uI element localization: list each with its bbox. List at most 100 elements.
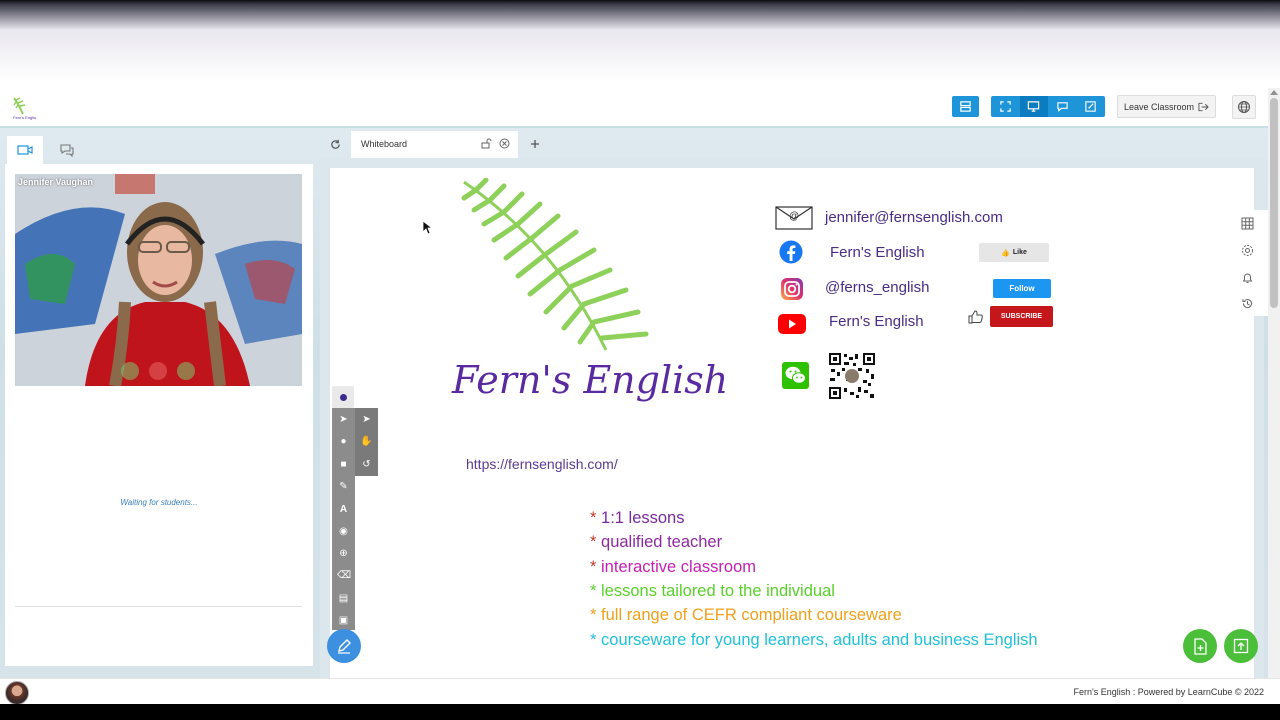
browser-top-area — [0, 0, 1280, 88]
drawing-toolbar: ➤ ● ■ ✎ A ◉ ⊕ ⌫ ▤ ▣ — [332, 408, 355, 630]
tab-whiteboard-label: Whiteboard — [361, 139, 408, 149]
edit-icon — [1085, 101, 1096, 112]
color-picker-button[interactable] — [332, 386, 354, 408]
view-button-group — [991, 96, 1105, 117]
bullet-item: * 1:1 lessons — [590, 509, 684, 528]
edit-button[interactable] — [1077, 96, 1106, 117]
footer: Fern's English : Powered by LearnCube © … — [0, 678, 1280, 705]
settings-gear-icon[interactable] — [1241, 244, 1254, 257]
grid-icon[interactable] — [1241, 217, 1254, 230]
bullet-text: full range of CEFR compliant courseware — [601, 606, 902, 624]
camera-toggle-button[interactable] — [121, 362, 139, 380]
participants-panel: Jennifer Vaughan Waiting for students... — [5, 136, 313, 666]
bullet-marker: * — [590, 533, 597, 551]
chat-icon — [1057, 102, 1068, 112]
add-file-button[interactable] — [1183, 629, 1217, 663]
teacher-video-image — [15, 174, 302, 386]
upload-button[interactable] — [1224, 629, 1258, 663]
divider — [15, 606, 302, 607]
bullet-item: * qualified teacher — [590, 533, 722, 552]
upload-icon — [1233, 638, 1249, 654]
leave-classroom-button[interactable]: Leave Classroom — [1117, 95, 1216, 118]
comment-tool-icon[interactable]: ◉ — [337, 525, 350, 538]
language-button[interactable] — [1232, 95, 1256, 119]
hand-tool-icon[interactable]: ✋ — [360, 435, 373, 448]
facebook-like-button[interactable]: 👍 Like — [979, 243, 1049, 262]
current-color-swatch — [339, 393, 347, 401]
tab-video[interactable] — [7, 136, 43, 164]
drawing-toolbar-secondary: ➤ ✋ ↺ — [355, 408, 378, 476]
stamp-tool-icon[interactable]: ● — [337, 435, 350, 448]
scroll-up-arrow-icon[interactable] — [1270, 90, 1278, 95]
fullscreen-icon — [1000, 101, 1011, 112]
svg-text:Fern's English: Fern's English — [13, 115, 36, 120]
screen-share-button[interactable] — [1019, 96, 1048, 117]
tab-whiteboard[interactable]: Whiteboard — [351, 131, 518, 158]
annotate-pen-button[interactable] — [327, 629, 361, 663]
youtube-subscribe-button[interactable]: SUBSCRIBE — [990, 306, 1053, 327]
bullet-marker: * — [590, 582, 597, 600]
globe-icon — [1238, 101, 1250, 113]
avatar[interactable] — [5, 681, 29, 705]
instagram-icon — [781, 278, 803, 300]
mic-toggle-button[interactable] — [149, 362, 167, 380]
instagram-text: @ferns_english — [825, 279, 930, 296]
refresh-button[interactable] — [322, 132, 348, 156]
email-text: jennifer@fernsenglish.com — [825, 209, 1003, 226]
pointer-tool-icon[interactable]: ➤ — [360, 413, 373, 426]
bell-icon[interactable] — [1241, 271, 1254, 284]
youtube-text: Fern's English — [829, 313, 924, 330]
bottom-black-bar — [0, 704, 1280, 720]
fullscreen-button[interactable] — [991, 96, 1020, 117]
facebook-icon — [779, 240, 803, 264]
leave-classroom-label: Leave Classroom — [1123, 101, 1195, 112]
unlock-icon[interactable] — [481, 138, 493, 149]
bullet-marker: * — [590, 631, 597, 649]
teacher-video-feed[interactable]: Jennifer Vaughan — [15, 174, 302, 386]
layout-toggle-button[interactable] — [952, 96, 979, 117]
bullet-marker: * — [590, 509, 597, 527]
save-tool-icon[interactable]: ▣ — [337, 614, 350, 627]
exit-icon — [1198, 102, 1209, 111]
file-tool-icon[interactable]: ▤ — [337, 592, 350, 605]
participant-name: Jennifer Vaughan — [18, 177, 94, 187]
right-tool-rail — [1227, 210, 1268, 316]
chat-bubbles-icon — [60, 144, 74, 157]
fern-leaf-image — [461, 178, 649, 351]
bullet-text: courseware for young learners, adults an… — [601, 631, 1038, 649]
scroll-thumb[interactable] — [1270, 98, 1278, 308]
svg-text:@: @ — [789, 211, 799, 222]
tab-chat[interactable] — [49, 136, 85, 164]
wechat-qr-code-image — [828, 352, 876, 400]
select-tool-icon[interactable]: ➤ — [337, 413, 350, 426]
monitor-icon — [1028, 101, 1040, 112]
chat-button[interactable] — [1048, 96, 1077, 117]
file-plus-icon — [1193, 637, 1207, 655]
shapes-tool-icon[interactable]: ■ — [337, 458, 350, 471]
thumbs-up-icon — [968, 310, 983, 324]
bullet-item: * interactive classroom — [590, 558, 756, 577]
instagram-follow-button[interactable]: Follow — [993, 279, 1051, 298]
pen-icon — [338, 639, 351, 654]
history-icon[interactable] — [1241, 297, 1254, 310]
page-scrollbar[interactable] — [1268, 88, 1280, 678]
plus-icon — [531, 140, 539, 148]
like-label: Like — [1012, 249, 1027, 256]
eraser-tool-icon[interactable]: ⌫ — [337, 569, 351, 582]
zoom-tool-icon[interactable]: ⊕ — [337, 547, 350, 560]
bullet-item: * lessons tailored to the individual — [590, 582, 835, 601]
bullet-marker: * — [590, 558, 597, 576]
text-tool-icon[interactable]: A — [337, 503, 350, 516]
undo-tool-icon[interactable]: ↺ — [360, 458, 373, 471]
bullet-item: * courseware for young learners, adults … — [590, 631, 1038, 650]
video-settings-button[interactable] — [177, 362, 195, 380]
waiting-status: Waiting for students... — [120, 498, 198, 507]
add-tab-button[interactable] — [522, 132, 548, 156]
brand-title: Fern's English — [452, 358, 729, 402]
pencil-tool-icon[interactable]: ✎ — [337, 480, 350, 493]
close-tab-icon[interactable] — [499, 138, 510, 149]
bullet-marker: * — [590, 606, 597, 624]
video-camera-icon — [17, 145, 33, 155]
email-icon: @ — [775, 206, 813, 230]
bullet-text: interactive classroom — [601, 558, 756, 576]
